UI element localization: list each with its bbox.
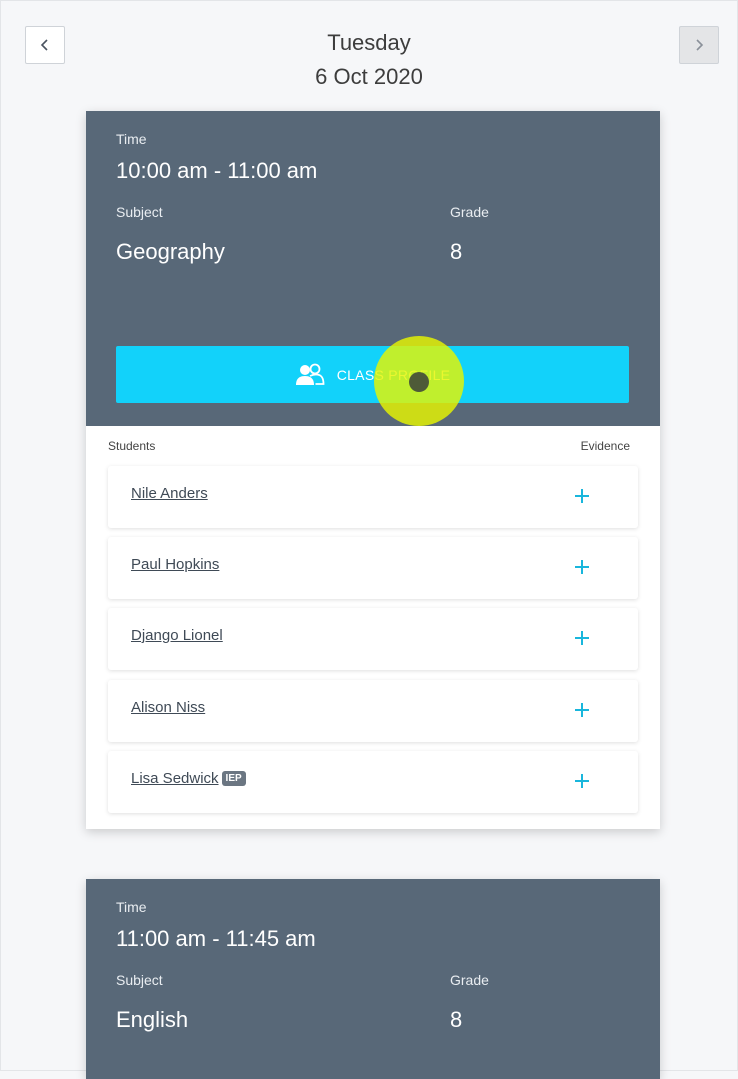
date-header: Tuesday 6 Oct 2020 — [0, 26, 738, 94]
plus-icon — [575, 489, 589, 503]
lesson-time: 10:00 am - 11:00 am — [116, 158, 318, 183]
plus-icon — [575, 703, 589, 717]
lesson-subject: English — [116, 1007, 189, 1032]
add-evidence-button[interactable] — [568, 553, 596, 581]
lesson-card: Time 11:00 am - 11:45 am Subject English… — [86, 879, 660, 1079]
date-text: 6 Oct 2020 — [315, 64, 423, 89]
plus-icon — [575, 774, 589, 788]
lesson-grade: 8 — [450, 239, 463, 264]
students-label: Students — [108, 439, 156, 453]
student-row: Nile Anders — [108, 466, 638, 528]
lesson-grade: 8 — [450, 1007, 463, 1032]
day-name: Tuesday — [327, 30, 411, 55]
plus-icon — [575, 560, 589, 574]
add-evidence-button[interactable] — [568, 624, 596, 652]
time-label: Time — [116, 899, 147, 915]
users-icon — [295, 363, 325, 385]
lesson-card-header: Time 10:00 am - 11:00 am Subject Geograp… — [86, 111, 660, 426]
plus-icon — [575, 631, 589, 645]
time-label: Time — [116, 131, 147, 147]
subject-label: Subject — [116, 204, 163, 220]
add-evidence-button[interactable] — [568, 696, 596, 724]
evidence-label: Evidence — [580, 439, 630, 453]
class-profile-label: CLASS PROFILE — [336, 366, 451, 383]
class-profile-button[interactable]: CLASS PROFILE — [116, 346, 629, 403]
student-row: Alison Niss — [108, 680, 638, 742]
lesson-subject: Geography — [116, 239, 225, 264]
student-row: Django Lionel — [108, 608, 638, 670]
student-name-link[interactable]: Nile Anders — [131, 485, 208, 502]
lesson-time: 11:00 am - 11:45 am — [116, 926, 316, 951]
subject-label: Subject — [116, 972, 163, 988]
grade-label: Grade — [450, 204, 489, 220]
student-name-link[interactable]: Django Lionel — [131, 627, 223, 644]
student-list-header: Students Evidence — [108, 439, 630, 455]
student-name-link[interactable]: Alison Niss — [131, 699, 205, 716]
iep-badge: IEP — [221, 771, 246, 786]
chevron-right-icon — [696, 39, 704, 51]
student-row: Paul Hopkins — [108, 537, 638, 599]
add-evidence-button[interactable] — [568, 482, 596, 510]
add-evidence-button[interactable] — [568, 767, 596, 795]
grade-label: Grade — [450, 972, 489, 988]
student-name-link[interactable]: Lisa Sedwick IEP — [131, 770, 246, 787]
next-day-button[interactable] — [679, 26, 719, 64]
lesson-card: Time 10:00 am - 11:00 am Subject Geograp… — [86, 111, 660, 829]
student-name-link[interactable]: Paul Hopkins — [131, 556, 219, 573]
student-name-text: Lisa Sedwick — [131, 770, 219, 787]
lesson-card-header: Time 11:00 am - 11:45 am Subject English… — [86, 879, 660, 1079]
student-row: Lisa Sedwick IEP — [108, 751, 638, 813]
